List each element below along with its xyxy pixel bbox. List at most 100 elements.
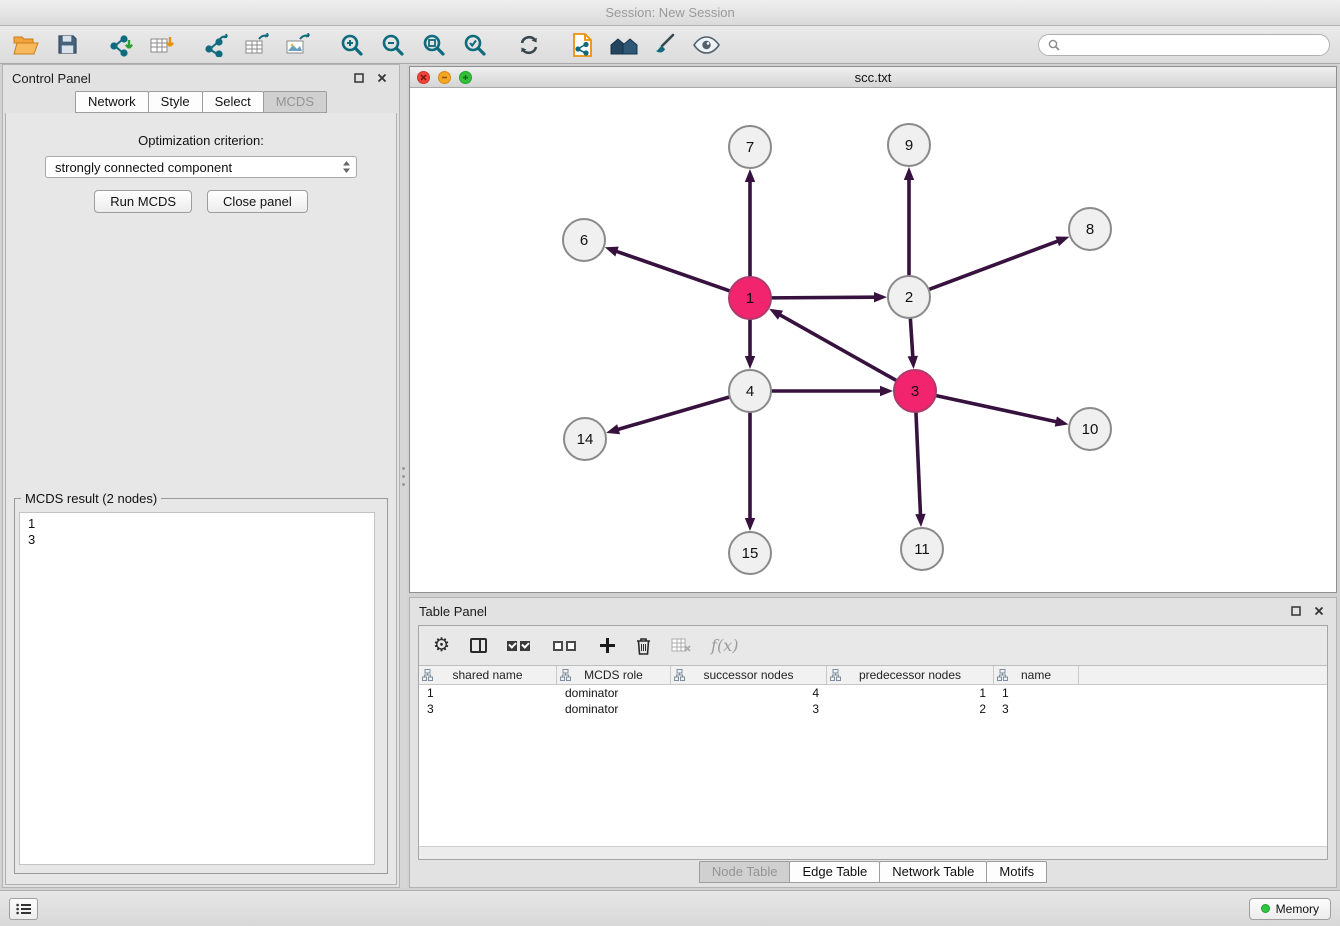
close-control-panel-button[interactable] xyxy=(374,70,390,86)
network-node-4[interactable]: 4 xyxy=(729,370,771,412)
show-panels-button[interactable] xyxy=(9,898,38,920)
select-all-columns-button[interactable] xyxy=(507,641,533,651)
svg-text:2: 2 xyxy=(905,289,913,306)
memory-button[interactable]: Memory xyxy=(1249,898,1331,920)
export-image-button[interactable] xyxy=(282,30,314,60)
zoom-out-button[interactable] xyxy=(377,30,409,60)
tab-network-table[interactable]: Network Table xyxy=(879,861,987,883)
import-table-icon xyxy=(149,33,175,57)
window-titlebar: Session: New Session xyxy=(0,0,1340,26)
table-row[interactable]: 1dominator411 xyxy=(419,685,1327,701)
export-table-button[interactable] xyxy=(241,30,273,60)
show-hide-button[interactable] xyxy=(690,30,722,60)
network-node-2[interactable]: 2 xyxy=(888,276,930,318)
network-node-3[interactable]: 3 xyxy=(894,370,936,412)
run-mcds-button[interactable]: Run MCDS xyxy=(94,190,192,213)
import-network-button[interactable] xyxy=(105,30,137,60)
zoom-group xyxy=(336,30,491,60)
network-edge-3-11[interactable] xyxy=(915,412,925,527)
table-horizontal-scrollbar[interactable] xyxy=(419,846,1327,859)
control-panel-tabs: NetworkStyleSelectMCDS xyxy=(3,91,399,113)
tab-node-table[interactable]: Node Table xyxy=(699,861,791,883)
open-session-button[interactable] xyxy=(10,30,42,60)
search-box[interactable] xyxy=(1038,34,1330,56)
home-button[interactable] xyxy=(608,30,640,60)
show-columns-button[interactable] xyxy=(470,638,487,653)
function-builder-button[interactable]: f(x) xyxy=(711,636,738,655)
table-settings-button[interactable]: ⚙ xyxy=(433,636,450,655)
close-panel-button[interactable]: Close panel xyxy=(207,190,308,213)
delete-column-button[interactable] xyxy=(636,637,651,655)
network-edge-1-6[interactable] xyxy=(605,247,730,291)
mcds-result-item: 3 xyxy=(28,532,366,548)
zoom-fit-button[interactable] xyxy=(418,30,450,60)
svg-text:14: 14 xyxy=(577,431,594,448)
unselect-all-columns-button[interactable] xyxy=(553,641,579,651)
search-input[interactable] xyxy=(1066,38,1320,52)
svg-text:6: 6 xyxy=(580,232,588,249)
network-edge-4-14[interactable] xyxy=(606,397,730,434)
panel-splitter[interactable] xyxy=(400,64,407,888)
unchecked-box-icon xyxy=(566,641,576,651)
network-edge-2-3[interactable] xyxy=(908,318,918,369)
network-node-15[interactable]: 15 xyxy=(729,532,771,574)
add-column-button[interactable] xyxy=(599,637,616,654)
delete-table-button[interactable] xyxy=(671,638,691,653)
column-header-name[interactable]: name xyxy=(994,666,1079,684)
network-node-9[interactable]: 9 xyxy=(888,124,930,166)
table-tabs: Node TableEdge TableNetwork TableMotifs xyxy=(410,860,1336,887)
network-node-7[interactable]: 7 xyxy=(729,126,771,168)
tab-network[interactable]: Network xyxy=(75,91,149,113)
float-table-panel-button[interactable] xyxy=(1288,603,1304,619)
table-row[interactable]: 3dominator323 xyxy=(419,701,1327,717)
mcds-result-list[interactable]: 13 xyxy=(19,512,375,865)
network-node-1[interactable]: 1 xyxy=(729,277,771,319)
apply-layout-button[interactable] xyxy=(567,30,599,60)
network-edge-4-15[interactable] xyxy=(745,412,755,531)
zoom-in-button[interactable] xyxy=(336,30,368,60)
network-edge-4-3[interactable] xyxy=(771,386,893,396)
network-edge-1-4[interactable] xyxy=(745,319,755,369)
style-brush-button[interactable] xyxy=(649,30,681,60)
column-header-mcds-role[interactable]: MCDS role xyxy=(557,666,671,684)
close-icon xyxy=(377,73,387,83)
main-toolbar xyxy=(0,26,1340,64)
column-header-predecessor-nodes[interactable]: predecessor nodes xyxy=(827,666,994,684)
network-graph[interactable]: 7 9 6 8 1 2 4 3 14 10 15 11 xyxy=(410,88,1336,592)
network-edge-2-9[interactable] xyxy=(904,167,914,276)
export-network-button[interactable] xyxy=(200,30,232,60)
column-header-successor-nodes[interactable]: successor nodes xyxy=(671,666,827,684)
close-table-panel-button[interactable] xyxy=(1311,603,1327,619)
zoom-selected-button[interactable] xyxy=(459,30,491,60)
zoom-window-button[interactable] xyxy=(459,71,472,84)
network-node-10[interactable]: 10 xyxy=(1069,408,1111,450)
tab-mcds[interactable]: MCDS xyxy=(263,91,327,113)
cell-predecessor-nodes: 1 xyxy=(827,685,994,701)
import-table-button[interactable] xyxy=(146,30,178,60)
close-window-button[interactable] xyxy=(417,71,430,84)
svg-text:15: 15 xyxy=(742,545,759,562)
network-window-title: scc.txt xyxy=(410,70,1336,85)
network-edge-2-8[interactable] xyxy=(929,236,1070,289)
network-edge-1-2[interactable] xyxy=(771,292,887,302)
network-edge-3-1[interactable] xyxy=(769,309,897,381)
tab-motifs[interactable]: Motifs xyxy=(986,861,1047,883)
search-icon xyxy=(1048,39,1060,51)
network-node-11[interactable]: 11 xyxy=(901,528,943,570)
criterion-dropdown[interactable]: strongly connected component xyxy=(45,156,357,178)
network-node-8[interactable]: 8 xyxy=(1069,208,1111,250)
network-edge-3-10[interactable] xyxy=(936,395,1069,426)
network-window: scc.txt 7 9 6 8 1 2 4 3 14 10 15 11 xyxy=(409,66,1337,593)
tab-edge-table[interactable]: Edge Table xyxy=(789,861,880,883)
network-node-6[interactable]: 6 xyxy=(563,219,605,261)
network-edge-1-7[interactable] xyxy=(745,169,755,277)
network-node-14[interactable]: 14 xyxy=(564,418,606,460)
tab-style[interactable]: Style xyxy=(148,91,203,113)
save-session-button[interactable] xyxy=(51,30,83,60)
svg-text:4: 4 xyxy=(746,383,754,400)
refresh-button[interactable] xyxy=(513,30,545,60)
tab-select[interactable]: Select xyxy=(202,91,264,113)
column-header-shared-name[interactable]: shared name xyxy=(419,666,557,684)
minimize-window-button[interactable] xyxy=(438,71,451,84)
float-panel-button[interactable] xyxy=(351,70,367,86)
